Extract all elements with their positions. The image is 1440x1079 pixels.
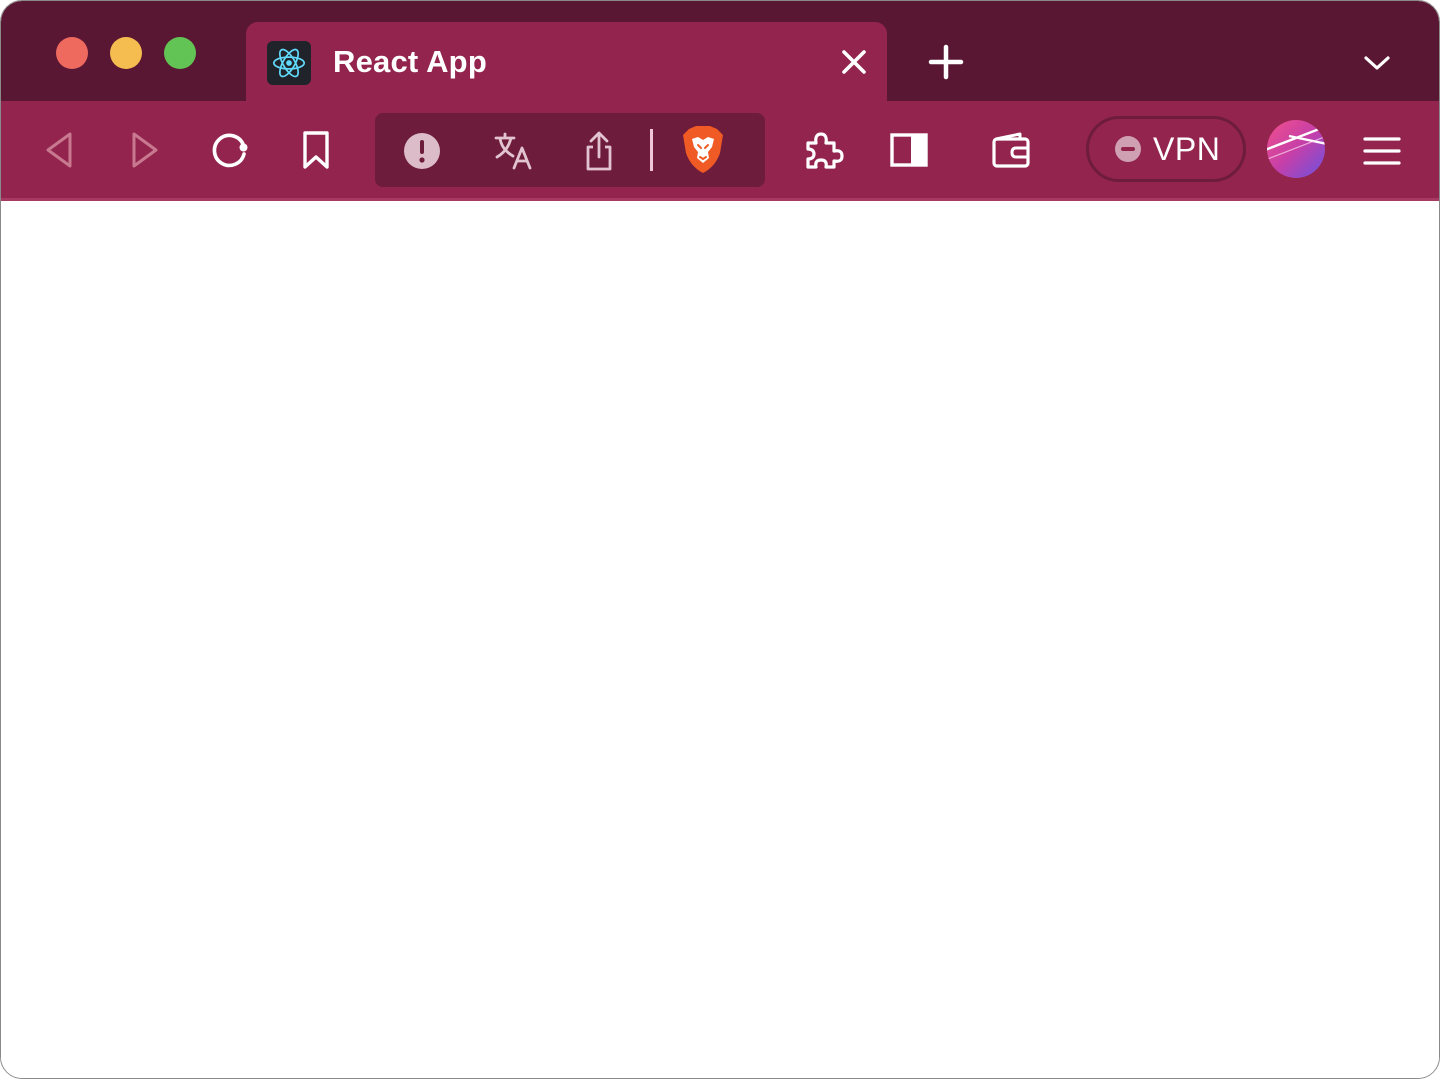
bookmark-button[interactable] [295, 127, 337, 173]
extensions-button[interactable] [799, 126, 847, 174]
translate-button[interactable] [489, 128, 537, 174]
reload-button[interactable] [207, 127, 253, 173]
share-icon [586, 131, 612, 171]
vpn-status-icon [1115, 136, 1141, 162]
site-info-button[interactable] [399, 128, 445, 174]
puzzle-icon [806, 132, 844, 169]
profile-avatar-icon [1267, 120, 1325, 178]
hamburger-menu-icon [1363, 137, 1401, 165]
plus-icon [928, 44, 964, 80]
wallet-button[interactable] [987, 129, 1035, 171]
wallet-icon [992, 132, 1030, 168]
reload-icon [212, 133, 248, 168]
forward-triangle-icon [132, 132, 158, 168]
window-maximize-button[interactable] [164, 37, 196, 69]
bookmark-icon [303, 131, 329, 169]
react-logo-icon [267, 41, 311, 85]
vpn-label: VPN [1153, 130, 1221, 167]
chevron-down-icon [1364, 56, 1390, 70]
new-tab-button[interactable] [923, 39, 969, 85]
back-button[interactable] [39, 128, 79, 172]
window-close-button[interactable] [56, 37, 88, 69]
page-content[interactable] [1, 201, 1439, 1078]
main-menu-button[interactable] [1359, 131, 1405, 171]
address-bar-separator [650, 129, 653, 171]
toolbar: VPN [1, 101, 1439, 201]
tab-strip: React App [1, 1, 1439, 102]
brave-lion-icon [683, 126, 723, 173]
sidebar-button[interactable] [887, 129, 931, 171]
browser-window: React App VPN [0, 0, 1440, 1079]
tab-list-button[interactable] [1357, 45, 1397, 81]
tab-close-button[interactable] [836, 44, 872, 80]
back-triangle-icon [46, 132, 72, 168]
share-button[interactable] [577, 127, 621, 175]
translate-icon [494, 132, 532, 170]
active-tab[interactable]: React App [246, 22, 887, 102]
warning-circle-icon [404, 133, 440, 169]
tab-title: React App [333, 44, 487, 79]
profile-avatar[interactable] [1267, 120, 1325, 178]
window-minimize-button[interactable] [110, 37, 142, 69]
close-icon [842, 50, 866, 74]
brave-shields-button[interactable] [677, 123, 729, 177]
sidebar-icon [890, 133, 928, 167]
address-bar[interactable] [375, 113, 765, 187]
forward-button[interactable] [125, 128, 165, 172]
vpn-button[interactable]: VPN [1086, 116, 1246, 182]
